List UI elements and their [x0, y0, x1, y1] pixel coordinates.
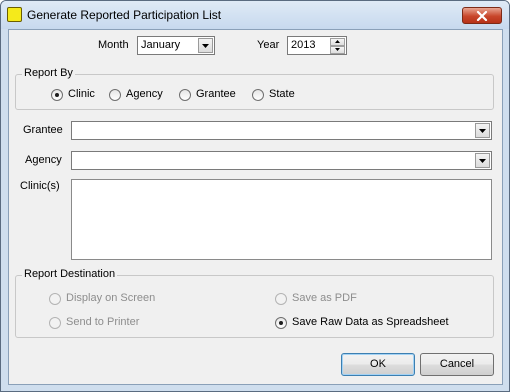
radio-dot [109, 89, 121, 101]
radio-dot [51, 89, 63, 101]
radio-label: State [269, 88, 295, 100]
report-by-title: Report By [22, 67, 75, 79]
chevron-down-icon [479, 159, 486, 163]
report-by-group: Report By Clinic Agency Grantee State [15, 67, 494, 110]
agency-label: Agency [25, 154, 62, 166]
year-value: 2013 [291, 39, 316, 51]
grantee-label: Grantee [23, 124, 63, 136]
radio-dot [252, 89, 264, 101]
chevron-down-icon [202, 44, 209, 48]
radio-dot [275, 293, 287, 305]
radio-label: Agency [126, 88, 163, 100]
dialog-window: Generate Reported Participation List Mon… [0, 0, 510, 392]
month-label: Month [98, 39, 129, 51]
dialog-body: Month January Year 2013 Report By Clinic [8, 29, 503, 385]
radio-dot [275, 317, 287, 329]
month-dropdown-button[interactable] [198, 38, 213, 53]
year-spinner[interactable]: 2013 [287, 36, 347, 55]
grantee-select[interactable] [71, 121, 492, 140]
year-label: Year [257, 39, 280, 51]
radio-dot [49, 293, 61, 305]
report-destination-title: Report Destination [22, 268, 118, 280]
cancel-button[interactable]: Cancel [420, 353, 494, 376]
radio-label: Display on Screen [66, 292, 156, 304]
radio-dot [179, 89, 191, 101]
radio-label: Save as PDF [292, 292, 357, 304]
chevron-down-icon [479, 129, 486, 133]
arrow-down-icon [335, 48, 340, 51]
window-title: Generate Reported Participation List [27, 8, 222, 22]
year-increment-button[interactable] [330, 38, 345, 46]
radio-label: Send to Printer [66, 316, 140, 328]
title-bar[interactable]: Generate Reported Participation List [1, 1, 509, 29]
month-value: January [141, 39, 181, 51]
clinics-label: Clinic(s) [20, 180, 60, 192]
clinics-listbox[interactable] [71, 179, 492, 260]
radio-label: Grantee [196, 88, 236, 100]
close-button[interactable] [462, 7, 502, 24]
radio-label: Save Raw Data as Spreadsheet [292, 316, 449, 328]
grantee-dropdown-button[interactable] [475, 123, 490, 138]
close-icon [476, 11, 488, 21]
arrow-up-icon [335, 40, 340, 43]
report-destination-group: Report Destination Display on Screen Sav… [15, 268, 494, 338]
ok-button[interactable]: OK [341, 353, 415, 376]
year-decrement-button[interactable] [330, 46, 345, 54]
month-select[interactable]: January [137, 36, 215, 55]
radio-label: Clinic [68, 88, 95, 100]
agency-dropdown-button[interactable] [475, 153, 490, 168]
radio-dot [49, 317, 61, 329]
app-icon [7, 7, 22, 22]
agency-select[interactable] [71, 151, 492, 170]
